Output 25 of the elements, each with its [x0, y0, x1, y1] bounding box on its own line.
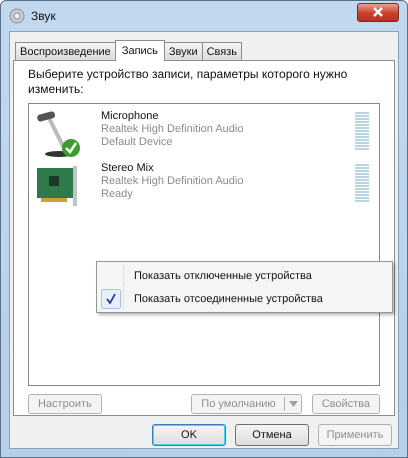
device-name: Stereo Mix [101, 162, 155, 175]
menu-item[interactable]: Показать отсоединенные устройства [99, 287, 390, 310]
speaker-icon [9, 8, 25, 24]
dialog-button[interactable]: OK [152, 424, 226, 446]
level-meter-icon [355, 112, 369, 152]
level-meter-icon [355, 164, 369, 204]
dropdown-icon [288, 401, 298, 407]
menu-item[interactable]: Показать отключенные устройства [99, 264, 390, 287]
instruction-text: Выберите устройство записи, параметры которого нужно изменить: [28, 67, 348, 97]
device-driver: Realtek High Definition Audio [101, 175, 244, 188]
window-title: Звук [31, 9, 56, 23]
device-driver: Realtek High Definition Audio [101, 123, 244, 136]
close-icon [372, 7, 384, 17]
tab[interactable]: Воспроизведение [15, 42, 116, 60]
tab[interactable]: Звуки [164, 42, 203, 60]
device-status: Ready [101, 188, 134, 201]
menu-item-label: Показать отсоединенные устройства [134, 292, 323, 304]
close-button[interactable] [357, 2, 399, 22]
device-status: Default Device [101, 136, 174, 149]
tab[interactable]: Связь [202, 42, 242, 60]
dialog-button[interactable]: Отмена [235, 424, 309, 446]
tab[interactable]: Запись [114, 40, 165, 61]
microphone-icon [35, 110, 83, 158]
device-name: Microphone [101, 110, 160, 123]
menu-item-label: Показать отключенные устройства [134, 270, 312, 282]
